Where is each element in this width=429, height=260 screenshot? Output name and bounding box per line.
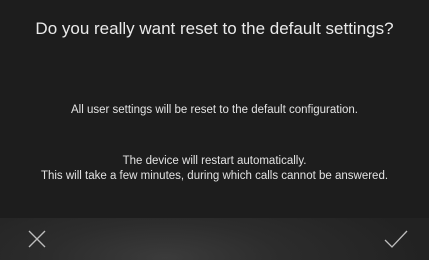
restart-note-line-2: This will take a few minutes, during whi… xyxy=(40,170,389,182)
checkmark-icon xyxy=(384,230,408,248)
reset-message: All user settings will be reset to the d… xyxy=(70,104,359,116)
confirm-button[interactable] xyxy=(366,218,426,260)
close-icon xyxy=(28,230,46,248)
reset-confirm-dialog: Do you really want reset to the default … xyxy=(0,0,429,260)
cancel-button[interactable] xyxy=(7,218,67,260)
restart-note: The device will restart automatically. T… xyxy=(0,154,429,184)
restart-note-line-1: The device will restart automatically. xyxy=(122,155,307,167)
action-bar xyxy=(0,218,429,260)
dialog-title: Do you really want reset to the default … xyxy=(35,19,394,38)
